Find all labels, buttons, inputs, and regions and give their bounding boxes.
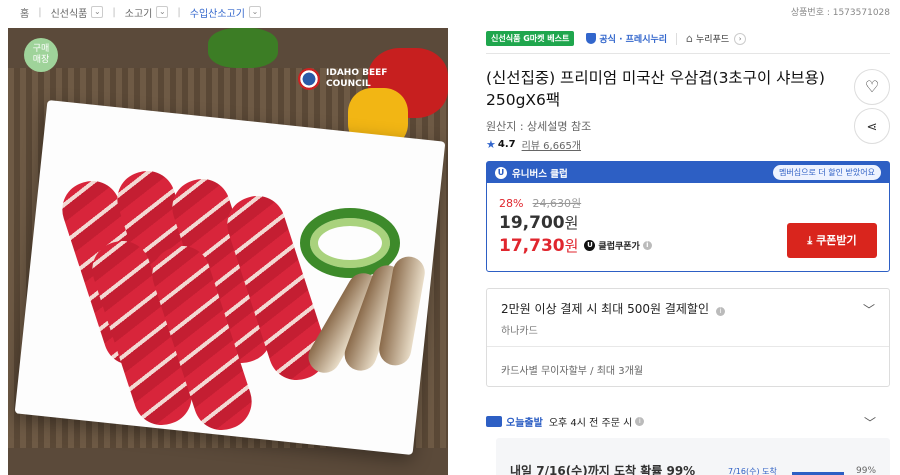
- truck-icon: [486, 416, 502, 427]
- club-coupon-text: 클럽쿠폰가: [598, 242, 640, 252]
- delivery-probability: 99%: [856, 466, 877, 475]
- original-price: 24,630원: [532, 197, 582, 210]
- official-store-link[interactable]: 공식 · 프레시누리: [586, 32, 667, 45]
- delivery-info: 오늘출발 오후 4시 전 주문 시 i: [486, 414, 645, 429]
- pepper-decoration: [208, 28, 278, 68]
- product-number: 상품번호 : 1573571028: [790, 8, 890, 18]
- today-dispatch-label: 오늘출발: [506, 418, 543, 429]
- shop-name: 누리푸드: [696, 35, 730, 45]
- shield-icon: [586, 33, 597, 44]
- usmeat-logo-icon: [298, 68, 320, 90]
- breadcrumb-home[interactable]: 홈: [20, 5, 29, 20]
- breadcrumb-separator: |: [38, 6, 42, 18]
- chevron-down-icon[interactable]: ⌄: [91, 6, 104, 18]
- divider: [486, 53, 890, 54]
- coupon-download-button[interactable]: ⤓ 쿠폰받기: [787, 223, 877, 258]
- currency-unit: 원: [564, 237, 579, 255]
- membership-message: 멤버십으로 더 할인 받았어요: [773, 165, 881, 180]
- shop-link[interactable]: ⌂ 누리푸드 ›: [686, 32, 747, 45]
- breadcrumb-separator: |: [112, 6, 116, 18]
- dispatch-cutoff: 오후 4시 전 주문 시: [548, 418, 633, 429]
- chevron-down-icon[interactable]: ⌄: [156, 6, 169, 18]
- breadcrumb-cat1[interactable]: 신선식품: [51, 5, 88, 20]
- breadcrumb-cat2[interactable]: 소고기: [125, 5, 153, 20]
- tag-row: 신선식품 G마켓 베스트 공식 · 프레시누리 ⌂ 누리푸드 ›: [486, 31, 747, 46]
- chevron-down-icon[interactable]: ﹀: [863, 301, 875, 318]
- delivery-date-label: 7/16(수) 도착: [728, 467, 777, 475]
- card-issuer: 하나카드: [501, 326, 538, 337]
- divider: [676, 32, 678, 45]
- info-icon[interactable]: i: [635, 417, 645, 426]
- club-coupon-label: U 클럽쿠폰가 i: [584, 239, 652, 252]
- breadcrumb-separator: |: [177, 6, 181, 18]
- share-button[interactable]: ⋖: [854, 108, 890, 144]
- price-body: 28% 24,630원 19,700원 17,730원 U 클럽쿠폰가 i ⤓ …: [487, 183, 889, 265]
- delivery-estimate-text: 내일 7/16(수)까지 도착 확률 99%: [510, 464, 696, 475]
- star-icon: ★: [486, 138, 496, 151]
- universe-club-icon: U: [584, 240, 596, 251]
- installment-info: 카드사별 무이자할부 / 최대 3개월: [501, 366, 644, 377]
- info-icon[interactable]: i: [715, 307, 725, 316]
- universe-club-header: U 유니버스 클럽 멤버십으로 더 할인 받았어요: [487, 162, 889, 183]
- divider: [487, 346, 889, 347]
- delivery-estimate-panel: 내일 7/16(수)까지 도착 확률 99% 7/16(수) 도착 99%: [496, 438, 890, 475]
- coupon-button-label: 쿠폰받기: [816, 234, 857, 247]
- breadcrumb-cat3[interactable]: 수입산소고기: [190, 5, 245, 20]
- heart-icon: ♡: [864, 77, 880, 96]
- chevron-down-icon[interactable]: ﹀: [864, 414, 876, 431]
- card-discount-title: 2만원 이상 결제 시 최대 500원 결제할인 i: [501, 300, 725, 317]
- club-label: 유니버스 클럽: [512, 168, 568, 180]
- idaho-beef-logo: IDAHO BEEF COUNCIL: [326, 68, 388, 89]
- review-link[interactable]: 리뷰 6,665개: [522, 137, 581, 152]
- rating: ★ 4.7 리뷰 6,665개: [486, 137, 581, 152]
- chevron-right-icon: ›: [734, 32, 747, 45]
- rating-score: 4.7: [497, 139, 516, 150]
- universe-club-icon: U: [495, 166, 507, 179]
- official-store-label: 공식 · 프레시누리: [599, 35, 668, 45]
- store-badge: 구매 매장: [24, 38, 58, 72]
- club-price-value: 17,730: [499, 236, 565, 256]
- gmarket-best-badge[interactable]: 신선식품 G마켓 베스트: [486, 31, 575, 46]
- product-image[interactable]: 구매 매장 IDAHO BEEF COUNCIL: [8, 28, 448, 475]
- origin-info: 원산지 : 상세설명 참조: [486, 120, 592, 133]
- sale-price-value: 19,700: [499, 213, 565, 233]
- card-discount-box[interactable]: 2만원 이상 결제 시 최대 500원 결제할인 i 하나카드 ﹀ 카드사별 무…: [486, 288, 890, 387]
- home-icon: ⌂: [686, 32, 694, 45]
- club-price: 17,730원: [499, 235, 578, 256]
- currency-unit: 원: [564, 214, 579, 232]
- price-box: U 유니버스 클럽 멤버십으로 더 할인 받았어요 28% 24,630원 19…: [486, 161, 890, 272]
- card-discount-text: 2만원 이상 결제 시 최대 500원 결제할인: [501, 302, 709, 316]
- discount-rate: 28%: [499, 197, 524, 210]
- product-title: (신선집중) 프리미엄 미국산 우삼겹(3초구이 샤브용) 250gX6팩: [486, 69, 825, 109]
- wishlist-button[interactable]: ♡: [854, 69, 890, 105]
- chevron-down-icon[interactable]: ⌄: [248, 6, 261, 18]
- info-icon[interactable]: i: [642, 241, 652, 250]
- share-icon: ⋖: [866, 120, 878, 135]
- breadcrumb: 홈 | 신선식품 ⌄ | 소고기 ⌄ | 수입산소고기 ⌄: [20, 4, 261, 20]
- download-icon: ⤓: [807, 234, 817, 247]
